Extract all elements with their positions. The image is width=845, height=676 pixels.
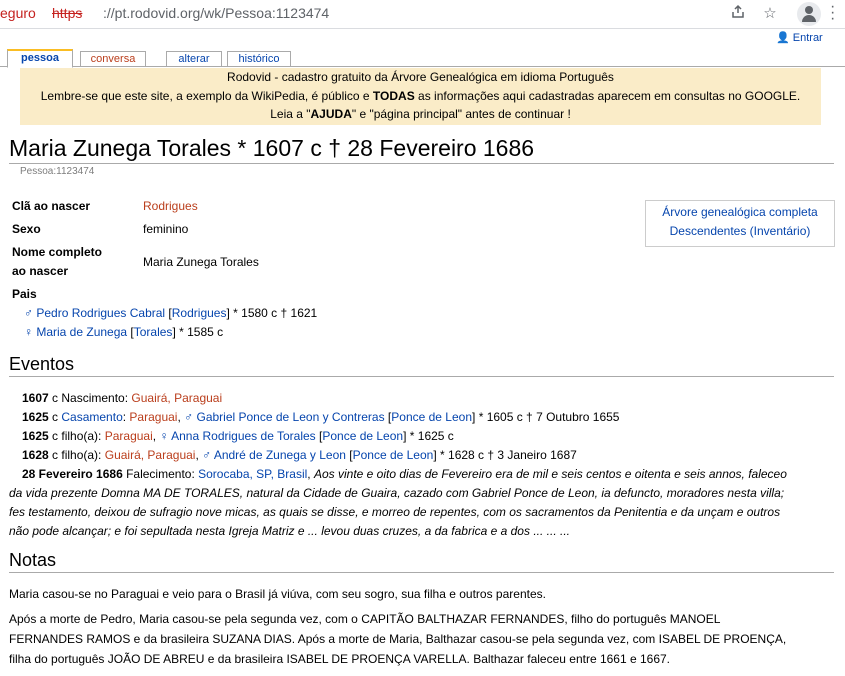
login-link[interactable]: 👤 Entrar (776, 31, 823, 44)
spouse-link[interactable]: Gabriel Ponce de Leon y Contreras (196, 410, 384, 424)
full-tree-link[interactable]: Árvore genealógica completa (662, 205, 817, 219)
child1-place-link[interactable]: Paraguai (105, 429, 153, 443)
birth-place-link[interactable]: Guairá, Paraguai (131, 391, 222, 405)
tab-historico-label[interactable]: histórico (239, 53, 280, 65)
event-birth: 1607 c Nascimento: Guairá, Paraguai (22, 391, 223, 405)
spouse-clan-link[interactable]: Ponce de Leon (391, 410, 472, 424)
marriage-link[interactable]: Casamento (61, 410, 122, 424)
event-child-2: 1628 c filho(a): Guairá, Paraguai, ♂ And… (22, 448, 577, 462)
notes-paragraph-1: Maria casou-se no Paraguai e veio para o… (9, 587, 546, 601)
user-icon: 👤 (776, 32, 790, 44)
url-scheme: https (52, 5, 83, 21)
mother-clan-link[interactable]: Torales (134, 325, 173, 339)
mother-row: ♀ Maria de Zunega [Torales] * 1585 c (24, 325, 224, 339)
notice-line-3: Leia a "AJUDA" e "página principal" ante… (270, 107, 571, 121)
page-title: Maria Zunega Torales * 1607 c † 28 Fever… (9, 135, 834, 164)
site-notice: Rodovid - cadastro gratuito da Árvore Ge… (20, 68, 821, 125)
security-status[interactable]: eguro (0, 5, 36, 21)
father-link[interactable]: Pedro Rodrigues Cabral (36, 306, 165, 320)
death-note-line-4: não pode alcançar; e foi sepultada nesta… (9, 524, 570, 538)
person-id: Pessoa:1123474 (20, 166, 95, 177)
tab-conversa-label[interactable]: conversa (91, 53, 136, 65)
child2-clan-link[interactable]: Ponce de Leon (353, 448, 434, 462)
fullname-value: Maria Zunega Torales (143, 255, 259, 269)
notes-heading: Notas (9, 550, 834, 573)
child2-link[interactable]: André de Zunega y Leon (214, 448, 346, 462)
child2-place-link[interactable]: Guairá, Paraguai (105, 448, 196, 462)
mother-dates: * 1585 c (175, 325, 224, 339)
female-icon: ♀ (24, 325, 33, 339)
father-row: ♂ Pedro Rodrigues Cabral [Rodrigues] * 1… (24, 306, 318, 320)
death-place-link[interactable]: Sorocaba, SP, Brasil (198, 467, 307, 481)
tab-pessoa-label[interactable]: pessoa (21, 52, 59, 64)
event-death: 28 Fevereiro 1686 Falecimento: Sorocaba,… (22, 467, 787, 481)
male-icon: ♂ (202, 448, 212, 462)
sex-value: feminino (143, 222, 189, 236)
login-label[interactable]: Entrar (793, 32, 823, 44)
tab-alterar-label[interactable]: alterar (178, 53, 209, 65)
male-icon: ♂ (184, 410, 194, 424)
child1-link[interactable]: Anna Rodrigues de Torales (171, 429, 316, 443)
clan-link[interactable]: Rodrigues (143, 199, 198, 213)
help-link[interactable]: AJUDA (311, 107, 352, 121)
share-icon[interactable] (728, 4, 748, 24)
tab-conversa[interactable]: conversa (80, 51, 146, 66)
death-note-line-3: fes testamento, deixou de sufragio nove … (9, 505, 781, 519)
tree-links-box: Árvore genealógica completa Descendentes… (645, 200, 835, 247)
url-text: ://pt.rodovid.org/wk/Pessoa:1123474 (103, 5, 330, 21)
tab-historico[interactable]: histórico (227, 51, 291, 66)
notes-paragraph-2-line-2: FERNANDES RAMOS e da brasileira SUZANA D… (9, 632, 787, 646)
clan-label: Clã ao nascer (12, 199, 91, 213)
male-icon: ♂ (24, 306, 33, 320)
page-tabs: pessoa conversa alterar histórico (0, 49, 845, 68)
kebab-menu-icon[interactable]: · · · (830, 0, 835, 27)
profile-avatar-icon[interactable] (797, 2, 821, 26)
notice-line-1: Rodovid - cadastro gratuito da Árvore Ge… (227, 70, 614, 84)
fullname-label-2: ao nascer (12, 264, 69, 278)
notes-paragraph-2-line-3: filha do português JOÃO DE ABREU e da br… (9, 652, 671, 666)
child1-clan-link[interactable]: Ponce de Leon (322, 429, 403, 443)
parents-label: Pais (12, 287, 37, 301)
notes-paragraph-2-line-1: Após a morte de Pedro, Maria casou-se pe… (9, 612, 721, 626)
notice-line-2: Lembre-se que este site, a exemplo da Wi… (40, 88, 801, 103)
father-clan-link[interactable]: Rodrigues (172, 306, 227, 320)
death-note-line-2: da vida prezente Domna MA DE TORALES, na… (9, 486, 785, 500)
descendants-link[interactable]: Descendentes (Inventário) (670, 224, 811, 238)
father-dates: * 1580 c † 1621 (229, 306, 318, 320)
browser-address-bar[interactable]: eguro https ://pt.rodovid.org/wk/Pessoa:… (0, 0, 845, 29)
fullname-label-1: Nome completo (12, 245, 103, 259)
event-marriage: 1625 c Casamento: Paraguai, ♂ Gabriel Po… (22, 410, 620, 424)
marriage-place-link[interactable]: Paraguai (129, 410, 177, 424)
female-icon: ♀ (159, 429, 169, 443)
event-child-1: 1625 c filho(a): Paraguai, ♀ Anna Rodrig… (22, 429, 454, 443)
sex-label: Sexo (12, 222, 41, 236)
events-heading: Eventos (9, 354, 834, 377)
tab-alterar[interactable]: alterar (166, 51, 222, 66)
star-icon[interactable]: ☆ (760, 4, 780, 24)
mother-link[interactable]: Maria de Zunega (36, 325, 127, 339)
tab-pessoa[interactable]: pessoa (7, 49, 73, 68)
